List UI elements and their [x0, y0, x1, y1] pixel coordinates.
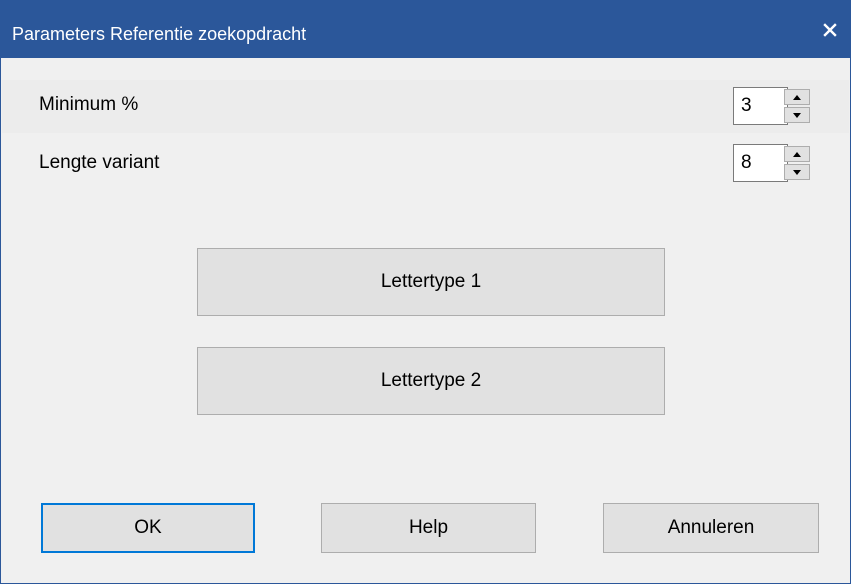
font-2-button[interactable]: Lettertype 2: [197, 347, 665, 415]
close-button[interactable]: [812, 13, 848, 47]
lengte-increment-button[interactable]: [784, 146, 810, 162]
cancel-button[interactable]: Annuleren: [603, 503, 819, 553]
lengte-spinner: 8: [733, 144, 811, 182]
lengte-label: Lengte variant: [39, 152, 160, 173]
dialog-title: Parameters Referentie zoekopdracht: [12, 24, 307, 44]
help-button[interactable]: Help: [321, 503, 536, 553]
arrow-up-icon: [793, 151, 801, 157]
minimum-label: Minimum %: [39, 94, 139, 115]
minimum-input[interactable]: 3: [733, 87, 788, 125]
arrow-up-icon: [793, 94, 801, 100]
dialog-window: Parameters Referentie zoekopdracht Minim…: [0, 0, 851, 584]
minimum-increment-button[interactable]: [784, 89, 810, 105]
title-bar[interactable]: Parameters Referentie zoekopdracht: [1, 1, 850, 58]
font-1-button[interactable]: Lettertype 1: [197, 248, 665, 316]
minimum-decrement-button[interactable]: [784, 107, 810, 123]
ok-button[interactable]: OK: [41, 503, 255, 553]
lengte-input[interactable]: 8: [733, 144, 788, 182]
close-icon: [823, 23, 837, 37]
arrow-down-icon: [793, 169, 801, 175]
minimum-spinner: 3: [733, 87, 811, 125]
lengte-decrement-button[interactable]: [784, 164, 810, 180]
lengte-spin-buttons: [781, 145, 810, 181]
arrow-down-icon: [793, 112, 801, 118]
minimum-spin-buttons: [781, 88, 810, 124]
